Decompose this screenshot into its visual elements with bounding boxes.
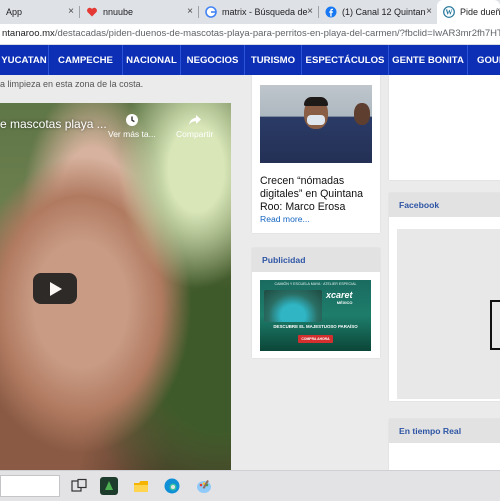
edge-browser-icon[interactable]: [163, 477, 181, 495]
share-label: Compartir: [176, 129, 214, 139]
video-player[interactable]: e mascotas playa ... Ver más ta... Compa…: [0, 103, 231, 470]
browser-tab-5-active[interactable]: W Pide dueñ: [437, 0, 500, 24]
advertising-card: Publicidad CAMIÓN Y ESCUELA MAYA · ATELI…: [252, 248, 380, 358]
watch-later-label: Ver más ta...: [108, 129, 156, 139]
paint-app-icon[interactable]: [195, 477, 213, 495]
share-icon: [188, 113, 202, 127]
realtime-header-label: En tiempo Real: [399, 426, 462, 436]
close-icon[interactable]: ×: [426, 6, 432, 17]
advertising-header-label: Publicidad: [262, 255, 306, 265]
close-icon[interactable]: ×: [187, 6, 193, 17]
close-icon[interactable]: ×: [307, 6, 313, 17]
share-button[interactable]: Compartir: [176, 113, 213, 139]
close-icon[interactable]: ×: [68, 6, 74, 17]
svg-text:W: W: [446, 9, 453, 17]
nav-item-negocios[interactable]: NEGOCIOS: [180, 45, 244, 75]
tab-title: nnuube: [103, 7, 134, 17]
task-view-icon[interactable]: [70, 477, 88, 495]
ad-banner[interactable]: CAMIÓN Y ESCUELA MAYA · ATELIER ESPECIAL…: [260, 280, 371, 351]
news-card: Crecen “nómadas digitales” en Quintana R…: [252, 75, 380, 233]
nav-item-nacional[interactable]: NACIONAL: [122, 45, 180, 75]
sidebar-top-card: [389, 75, 500, 180]
news-photo[interactable]: [260, 85, 372, 163]
url-domain: ntanaroo.mx: [2, 28, 55, 39]
google-icon: [205, 6, 217, 18]
ad-top-text: CAMIÓN Y ESCUELA MAYA · ATELIER ESPECIAL: [274, 282, 357, 286]
ad-buy-button[interactable]: COMPRA AHORA: [298, 335, 333, 343]
play-button[interactable]: [33, 273, 77, 304]
tab-title: App: [6, 7, 23, 17]
facebook-widget-header: Facebook: [389, 193, 500, 217]
nav-item-espectaculos[interactable]: ESPECTÁCULOS: [301, 45, 388, 75]
ad-logo: xcaret MÉXICO: [326, 290, 353, 305]
nav-item-yucatan[interactable]: YUCATAN: [0, 45, 48, 75]
realtime-widget-header: En tiempo Real: [389, 419, 500, 443]
watch-later-button[interactable]: Ver más ta...: [108, 113, 156, 139]
file-explorer-icon[interactable]: [132, 477, 150, 495]
browser-tab-4[interactable]: (1) Canal 12 Quintana ×: [319, 0, 436, 24]
face-mask: [307, 115, 325, 125]
browser-tab-1[interactable]: App ×: [0, 0, 78, 24]
facebook-header-label: Facebook: [399, 200, 440, 210]
tab-title: matrix - Búsqueda de: [222, 7, 308, 17]
advertising-card-header: Publicidad: [252, 248, 380, 272]
ad-logo-sub: MÉXICO: [336, 300, 353, 305]
article-snippet: a limpieza en esta zona de la costa.: [0, 79, 144, 89]
browser-tab-bar: App × nnuube × matrix - Búsqueda de × (1…: [0, 0, 500, 24]
facebook-embed[interactable]: [397, 229, 500, 399]
browser-tab-2[interactable]: nnuube ×: [80, 0, 197, 24]
video-title[interactable]: e mascotas playa ...: [0, 117, 107, 131]
tab-title: (1) Canal 12 Quintana: [342, 7, 426, 17]
facebook-embed-box: [490, 300, 500, 350]
address-bar[interactable]: ntanaroo.mx/destacadas/piden-duenos-de-m…: [0, 24, 500, 45]
browser-tab-3[interactable]: matrix - Búsqueda de ×: [199, 0, 317, 24]
taskbar-search-box[interactable]: [0, 475, 60, 497]
nav-item-turismo[interactable]: TURISMO: [244, 45, 301, 75]
person-hair: [304, 97, 328, 106]
nav-item-gente-bonita[interactable]: GENTE BONITA: [388, 45, 467, 75]
heart-icon: [86, 6, 98, 18]
facebook-icon: [325, 6, 337, 18]
app-icon-green[interactable]: [100, 477, 118, 495]
clock-icon: [125, 113, 139, 127]
url-text[interactable]: ntanaroo.mx/destacadas/piden-duenos-de-m…: [2, 28, 500, 39]
facebook-widget: Facebook: [389, 193, 500, 401]
person-head-secondary: [354, 103, 370, 125]
ad-logo-text: xcaret: [326, 290, 353, 300]
nav-item-campeche[interactable]: CAMPECHE: [48, 45, 122, 75]
news-headline[interactable]: Crecen “nómadas digitales” en Quintana R…: [260, 175, 378, 214]
ad-tagline: DESCUBRE EL MAJESTUOSO PARAÍSO: [273, 324, 358, 329]
tab-title: Pide dueñ: [460, 7, 500, 17]
wordpress-icon: W: [443, 6, 455, 18]
taskbar: [0, 470, 500, 501]
url-path: /destacadas/piden-duenos-de-mascotas-pla…: [54, 28, 500, 39]
site-navigation: YUCATAN CAMPECHE NACIONAL NEGOCIOS TURIS…: [0, 45, 500, 75]
ad-image: [264, 290, 322, 322]
nav-item-gour[interactable]: GOUR: [467, 45, 500, 75]
realtime-widget: En tiempo Real: [389, 419, 500, 470]
read-more-link[interactable]: Read more...: [260, 214, 310, 224]
